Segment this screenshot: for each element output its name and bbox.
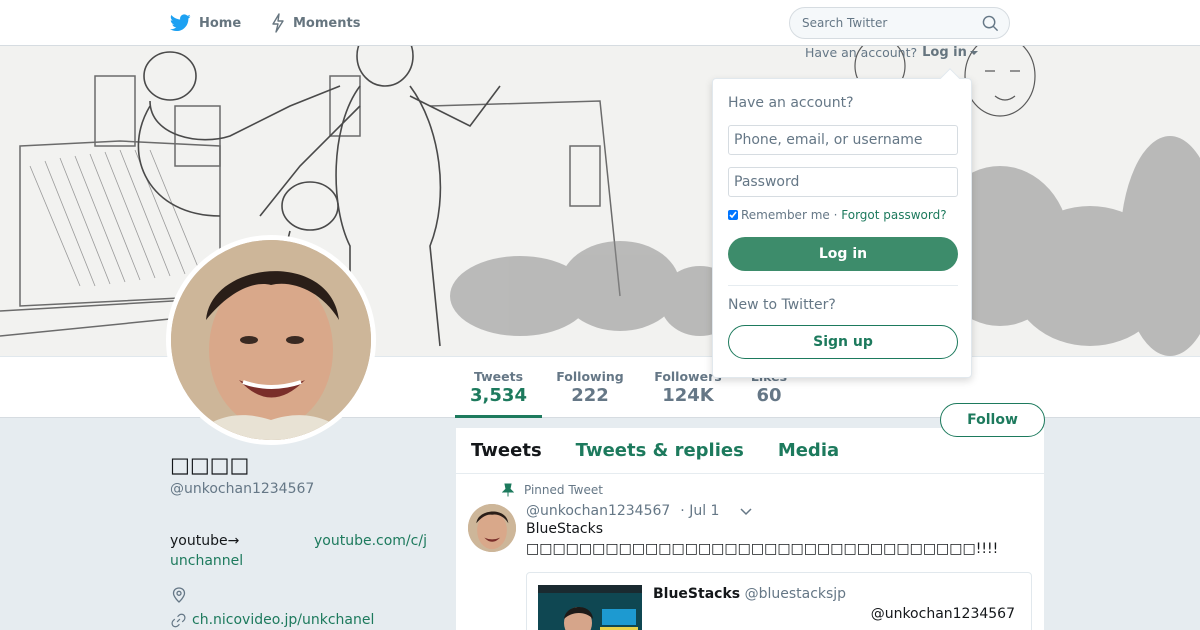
- link-icon: [171, 613, 186, 627]
- profile-bio: youtube→ youtube.com/c/j unchannel: [170, 531, 432, 569]
- nav-moments[interactable]: Moments: [271, 0, 360, 46]
- stat-tweets-label: Tweets: [473, 369, 524, 384]
- chevron-down-icon[interactable]: [739, 506, 753, 516]
- stat-tweets-value: 3,534: [470, 385, 527, 406]
- remember-me-label[interactable]: Remember me: [741, 208, 830, 222]
- tweet-date[interactable]: · Jul 1: [680, 503, 719, 519]
- card-thumbnail: [538, 585, 642, 630]
- login-trigger-label[interactable]: Log in: [922, 45, 967, 60]
- card-author: BlueStacks @bluestacksjp: [653, 586, 846, 602]
- profile-handle[interactable]: @unkochan1234567: [170, 481, 314, 497]
- search-box: [789, 7, 1010, 39]
- login-dropdown: Have an account? Remember me · Forgot pa…: [712, 68, 972, 378]
- stat-followers-value: 124K: [662, 385, 714, 406]
- nav-home-label: Home: [199, 15, 242, 31]
- follow-button[interactable]: Follow: [940, 403, 1045, 437]
- nav-moments-label: Moments: [293, 15, 361, 31]
- caret-down-icon: [969, 50, 978, 55]
- twitter-bird-icon: [170, 14, 191, 32]
- dropdown-divider: [728, 285, 958, 286]
- search-icon[interactable]: [982, 15, 999, 32]
- tab-media[interactable]: Media: [778, 440, 839, 461]
- stat-likes-value: 60: [756, 385, 782, 406]
- tab-tweets-and-replies[interactable]: Tweets & replies: [576, 440, 744, 461]
- timeline: Tweets Tweets & replies Media Pinned Twe…: [456, 428, 1044, 630]
- bio-youtube-link[interactable]: youtube.com/c/j: [314, 531, 427, 551]
- card-mention: @unkochan1234567: [870, 606, 1015, 622]
- nav-home[interactable]: Home: [170, 0, 241, 46]
- bio-prefix: youtube→: [170, 533, 240, 549]
- location-pin-icon: [172, 587, 186, 603]
- lightning-icon: [272, 13, 284, 33]
- tweet-header: @unkochan1234567 · Jul 1: [526, 503, 753, 519]
- login-button[interactable]: Log in: [728, 237, 958, 271]
- pin-icon: [502, 483, 514, 497]
- forgot-password-link[interactable]: Forgot password?: [841, 208, 946, 222]
- stat-following-value: 222: [571, 385, 609, 406]
- avatar-photo: [171, 240, 371, 440]
- card-author-handle: @bluestacksjp: [744, 586, 847, 602]
- quoted-tweet-card[interactable]: BlueStacks @bluestacksjp @unkochan123456…: [526, 572, 1032, 630]
- tweet-handle[interactable]: @unkochan1234567: [526, 503, 670, 519]
- login-trigger-prompt: Have an account?: [805, 45, 918, 60]
- stat-tweets[interactable]: Tweets 3,534: [455, 357, 542, 418]
- top-navigation: Home Moments: [0, 0, 1200, 46]
- username-field[interactable]: [728, 125, 958, 155]
- tweet-avatar[interactable]: [468, 504, 516, 552]
- remember-row: Remember me · Forgot password?: [728, 208, 947, 222]
- search-input[interactable]: [802, 16, 972, 30]
- remember-separator: ·: [833, 208, 838, 222]
- login-dropdown-title: Have an account?: [728, 95, 854, 111]
- pinned-indicator: Pinned Tweet: [502, 483, 603, 497]
- profile-url-row: ch.nicovideo.jp/unkchanel: [171, 612, 374, 628]
- card-thumbnail-image: [538, 585, 642, 630]
- tweet-text-line-1: BlueStacks: [526, 521, 604, 537]
- card-author-name: BlueStacks: [653, 586, 741, 602]
- tweet-text-line-2: □□□□□□□□□□□□□□□□□□□□□□□□□□□□□□□□□□!!!!: [526, 541, 999, 557]
- pinned-label: Pinned Tweet: [524, 483, 603, 497]
- new-to-twitter-label: New to Twitter?: [728, 297, 836, 313]
- tweet-avatar-photo: [468, 504, 516, 552]
- profile-url[interactable]: ch.nicovideo.jp/unkchanel: [192, 612, 374, 628]
- remember-me-checkbox[interactable]: [728, 210, 738, 220]
- profile-name[interactable]: □□□□: [170, 453, 249, 477]
- stat-following-label: Following: [556, 369, 624, 384]
- password-field[interactable]: [728, 167, 958, 197]
- bio-youtube-link-continued[interactable]: unchannel: [170, 551, 243, 571]
- signup-button[interactable]: Sign up: [728, 325, 958, 359]
- login-trigger[interactable]: Have an account? Log in: [805, 45, 978, 60]
- tab-tweets[interactable]: Tweets: [471, 440, 542, 461]
- profile-avatar[interactable]: [166, 235, 376, 445]
- stat-following[interactable]: Following 222: [555, 357, 625, 418]
